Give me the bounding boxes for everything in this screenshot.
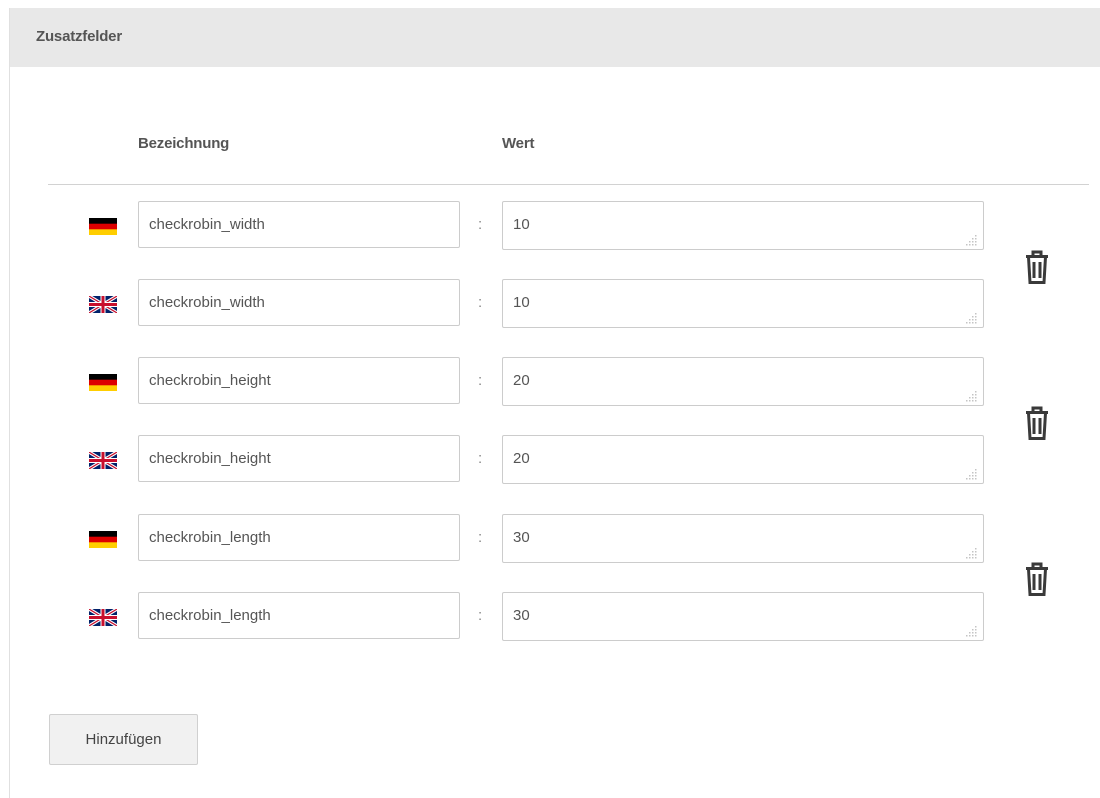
field-name-input[interactable]	[138, 514, 460, 561]
field-row: : 20	[0, 435, 1100, 485]
trash-icon[interactable]	[1018, 246, 1056, 288]
resize-grip-icon[interactable]	[966, 467, 978, 480]
uk-flag-icon	[89, 452, 117, 469]
field-name-input[interactable]	[138, 357, 460, 404]
add-field-button[interactable]: Hinzufügen	[49, 714, 198, 765]
resize-grip-icon[interactable]	[966, 311, 978, 324]
field-row: : 20	[0, 357, 1100, 407]
separator-colon: :	[478, 450, 483, 467]
resize-grip-icon[interactable]	[966, 624, 978, 637]
header-divider	[48, 184, 1089, 185]
panel-title: Zusatzfelder	[36, 28, 122, 45]
field-value-input[interactable]: 30	[502, 514, 984, 563]
field-name-input[interactable]	[138, 592, 460, 639]
trash-icon[interactable]	[1018, 402, 1056, 444]
separator-colon: :	[478, 529, 483, 546]
resize-grip-icon[interactable]	[966, 389, 978, 402]
field-name-input[interactable]	[138, 279, 460, 326]
separator-colon: :	[478, 216, 483, 233]
field-name-input[interactable]	[138, 435, 460, 482]
resize-grip-icon[interactable]	[966, 546, 978, 559]
uk-flag-icon	[89, 296, 117, 313]
field-value-input[interactable]: 20	[502, 435, 984, 484]
column-header-name: Bezeichnung	[138, 135, 230, 152]
field-value-input[interactable]: 10	[502, 279, 984, 328]
field-name-input[interactable]	[138, 201, 460, 248]
germany-flag-icon	[89, 374, 117, 391]
germany-flag-icon	[89, 531, 117, 548]
field-row: : 30	[0, 514, 1100, 564]
separator-colon: :	[478, 294, 483, 311]
field-row: : 10	[0, 201, 1100, 251]
separator-colon: :	[478, 607, 483, 624]
field-value-input[interactable]: 10	[502, 201, 984, 250]
field-value-input[interactable]: 20	[502, 357, 984, 406]
field-row: : 10	[0, 279, 1100, 329]
trash-icon[interactable]	[1018, 558, 1056, 600]
separator-colon: :	[478, 372, 483, 389]
field-value-input[interactable]: 30	[502, 592, 984, 641]
germany-flag-icon	[89, 218, 117, 235]
panel-header: Zusatzfelder	[10, 8, 1100, 67]
resize-grip-icon[interactable]	[966, 233, 978, 246]
field-row: : 30	[0, 592, 1100, 642]
uk-flag-icon	[89, 609, 117, 626]
column-header-value: Wert	[502, 135, 535, 152]
